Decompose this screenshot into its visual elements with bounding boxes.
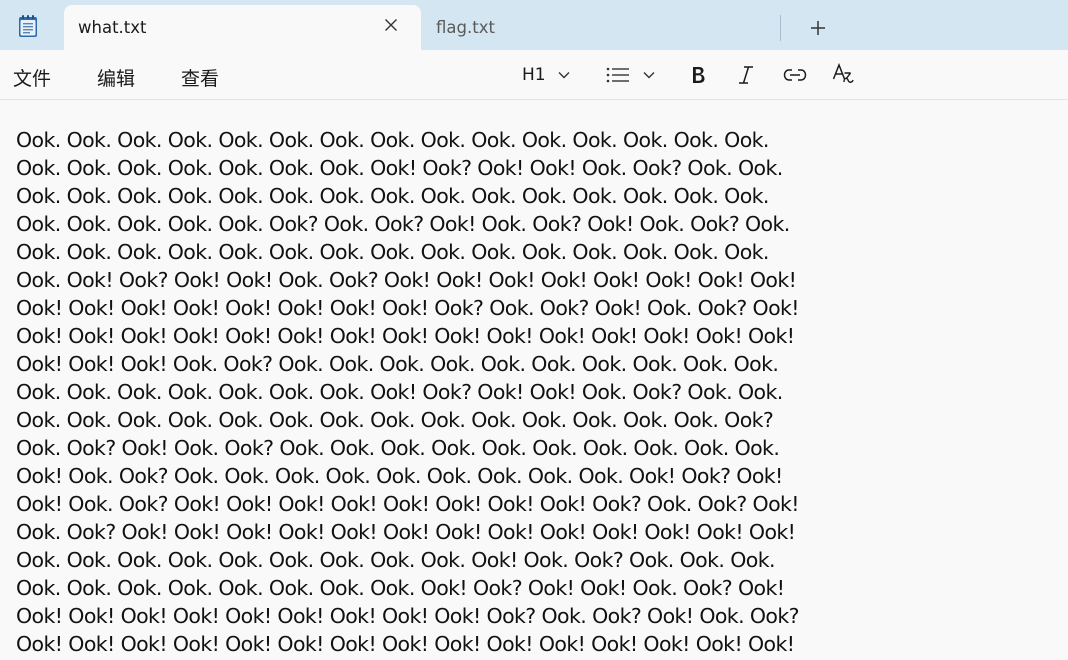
menu-file[interactable]: 文件 bbox=[13, 64, 51, 91]
chevron-down-icon bbox=[558, 72, 570, 79]
plus-icon bbox=[811, 21, 825, 35]
clear-formatting-icon bbox=[832, 63, 854, 83]
heading-dropdown[interactable]: H1 bbox=[522, 63, 570, 87]
notepad-app-icon bbox=[17, 14, 39, 38]
tab-title: flag.txt bbox=[436, 18, 495, 37]
new-tab-button[interactable] bbox=[805, 15, 831, 41]
tab-what-txt[interactable]: what.txt bbox=[64, 5, 421, 51]
text-editor[interactable]: Ook. Ook. Ook. Ook. Ook. Ook. Ook. Ook. … bbox=[16, 126, 1056, 660]
list-icon bbox=[606, 67, 629, 83]
menu-edit[interactable]: 编辑 bbox=[97, 64, 135, 91]
close-tab-icon[interactable] bbox=[380, 14, 402, 36]
document-text: Ook. Ook. Ook. Ook. Ook. Ook. Ook. Ook. … bbox=[16, 128, 800, 656]
tab-separator bbox=[780, 15, 781, 41]
menu-bar: 文件 编辑 查看 H1 bbox=[0, 50, 1068, 100]
chevron-down-icon bbox=[643, 72, 655, 79]
tab-title: what.txt bbox=[78, 18, 147, 37]
heading-label: H1 bbox=[522, 65, 546, 85]
bold-button[interactable] bbox=[690, 63, 706, 87]
tab-flag-txt[interactable]: flag.txt bbox=[426, 5, 780, 48]
italic-button[interactable] bbox=[737, 63, 755, 87]
link-icon bbox=[783, 69, 807, 81]
bold-icon bbox=[693, 67, 705, 83]
list-dropdown[interactable] bbox=[606, 63, 655, 87]
link-button[interactable] bbox=[783, 63, 807, 87]
italic-icon bbox=[739, 66, 753, 84]
title-bar: what.txt flag.txt bbox=[0, 0, 1068, 51]
menu-view[interactable]: 查看 bbox=[181, 64, 219, 91]
clear-formatting-button[interactable] bbox=[832, 63, 856, 87]
